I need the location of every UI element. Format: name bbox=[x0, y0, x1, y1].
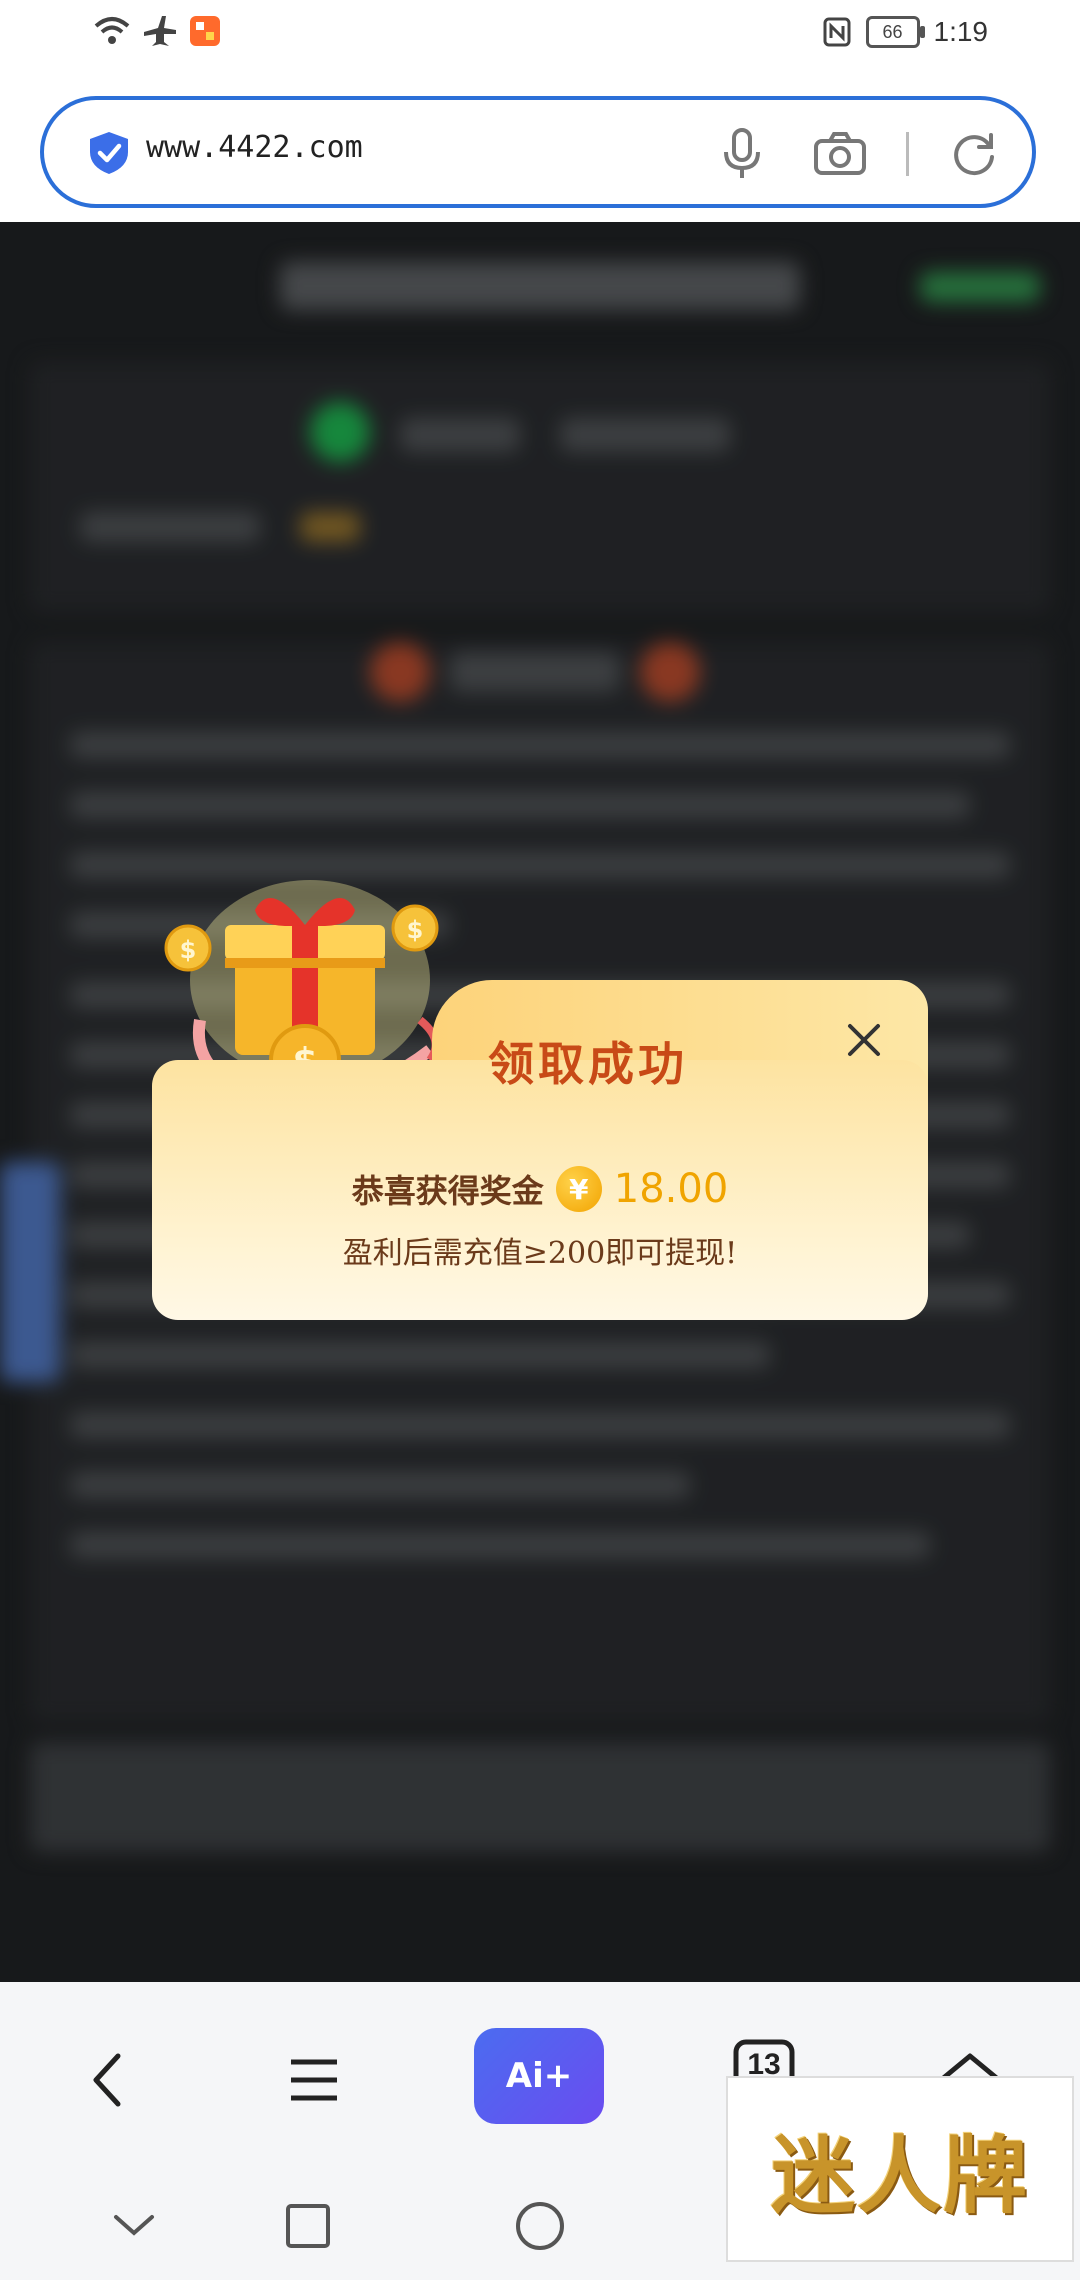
reload-icon bbox=[954, 133, 994, 176]
ai-assistant-button[interactable]: Ai+ bbox=[474, 2028, 604, 2124]
address-bar-divider bbox=[906, 132, 909, 176]
square-icon bbox=[286, 2204, 330, 2248]
watermark-text: 迷人牌 bbox=[770, 2125, 1029, 2225]
close-button[interactable] bbox=[836, 1012, 892, 1068]
reward-success-modal: 领取成功 恭喜获得奖金 ¥ 18.00 盈利后需充值≥200即可提现! bbox=[152, 980, 928, 1340]
hide-keyboard-button[interactable] bbox=[102, 2194, 166, 2258]
battery-indicator: 66 bbox=[865, 16, 925, 48]
voice-search-button[interactable] bbox=[712, 124, 772, 184]
reward-label: 恭喜获得奖金 bbox=[351, 1172, 544, 1210]
address-bar[interactable]: www.4422.com bbox=[40, 96, 1036, 208]
wifi-icon bbox=[94, 17, 130, 44]
battery-level: 66 bbox=[882, 21, 903, 42]
microphone-icon bbox=[724, 128, 760, 178]
recents-button[interactable] bbox=[276, 2194, 340, 2258]
browser-address-area: www.4422.com bbox=[0, 72, 1080, 222]
airplane-mode-icon bbox=[144, 16, 176, 46]
reward-line: 恭喜获得奖金 ¥ 18.00 bbox=[152, 1166, 928, 1212]
ai-button-label: Ai+ bbox=[505, 2056, 573, 2096]
modal-title: 领取成功 bbox=[488, 1037, 688, 1091]
withdraw-note: 盈利后需充值≥200即可提现! bbox=[342, 1236, 738, 1271]
reward-amount: 18.00 bbox=[613, 1166, 729, 1212]
camera-search-button[interactable] bbox=[810, 124, 870, 184]
close-icon bbox=[848, 1024, 880, 1056]
security-shield-icon bbox=[90, 132, 128, 174]
menu-button[interactable] bbox=[264, 2030, 364, 2130]
chevron-down-icon bbox=[114, 2215, 154, 2236]
back-arrow-icon bbox=[93, 2053, 121, 2107]
url-text[interactable]: www.4422.com bbox=[146, 130, 363, 165]
home-nav-button[interactable] bbox=[508, 2194, 572, 2258]
watermark-logo: 迷人牌 bbox=[726, 2076, 1074, 2262]
nfc-icon bbox=[823, 17, 850, 47]
camera-icon bbox=[814, 132, 866, 175]
app-notification-icon bbox=[190, 16, 220, 46]
status-icons-right: 66 1:19 bbox=[822, 16, 989, 48]
svg-text:$: $ bbox=[407, 916, 424, 944]
clock-time: 1:19 bbox=[933, 16, 989, 47]
reload-button[interactable] bbox=[944, 124, 1004, 184]
back-button[interactable] bbox=[58, 2030, 158, 2130]
hamburger-menu-icon bbox=[291, 2059, 337, 2101]
status-icons-left bbox=[92, 14, 222, 48]
status-bar: 66 1:19 bbox=[0, 0, 1080, 72]
yen-coin-icon: ¥ bbox=[555, 1166, 602, 1212]
svg-text:$: $ bbox=[180, 936, 197, 964]
circle-icon bbox=[516, 2202, 564, 2250]
